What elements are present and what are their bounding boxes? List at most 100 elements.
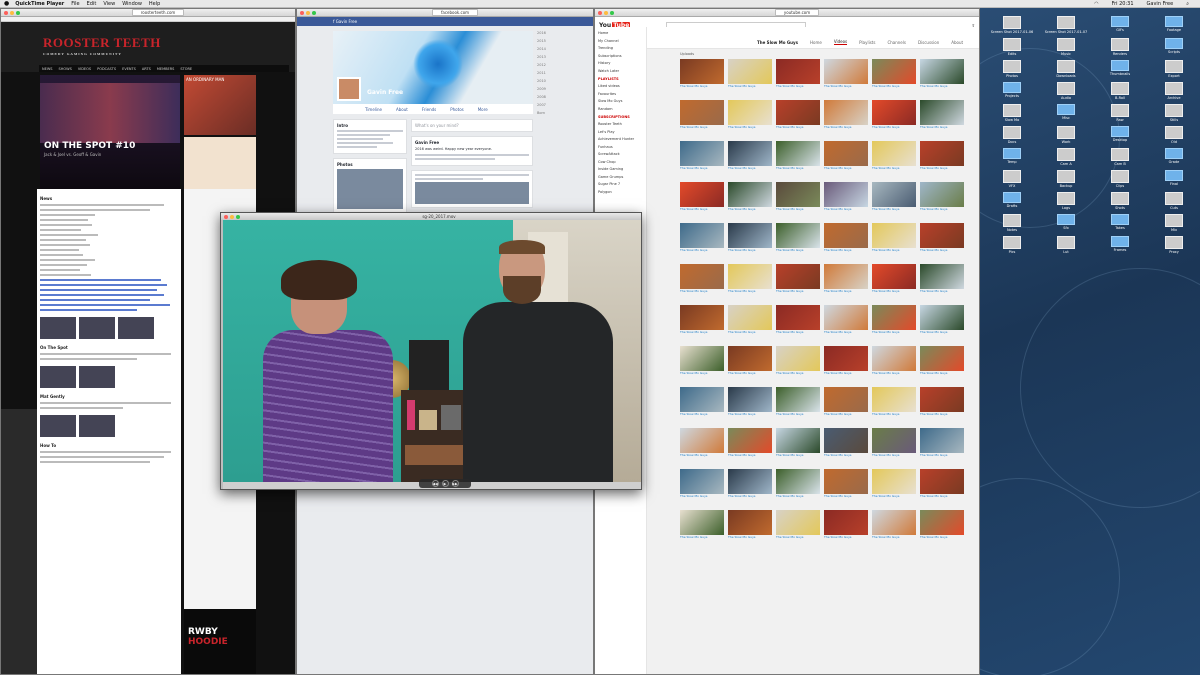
video-thumbnail[interactable] — [776, 387, 820, 412]
yt-playlist-item[interactable]: Favourites — [598, 92, 643, 96]
video-title[interactable]: The Slow Mo Guys — [776, 290, 820, 297]
video-card[interactable]: The Slow Mo Guys — [728, 59, 772, 92]
video-title[interactable]: The Slow Mo Guys — [680, 208, 724, 215]
address-bar[interactable]: youtube.com — [774, 9, 820, 16]
profile-name[interactable]: Gavin Free — [367, 89, 403, 96]
video-thumbnail[interactable] — [920, 223, 964, 248]
yt-channel-tab[interactable]: Home — [810, 40, 822, 45]
video-card[interactable]: The Slow Mo Guys — [824, 141, 868, 174]
video-card[interactable]: The Slow Mo Guys — [680, 223, 724, 256]
yt-subscription-item[interactable]: Polygon — [598, 190, 643, 194]
rewind-button[interactable]: ◀◀ — [431, 480, 439, 487]
video-card[interactable]: The Slow Mo Guys — [920, 100, 964, 133]
yt-guide-item[interactable]: Trending — [598, 46, 643, 50]
yt-channel-tab[interactable]: About — [951, 40, 963, 45]
apple-menu-icon[interactable]: ● — [4, 0, 9, 7]
yt-subscription-item[interactable]: Let's Play — [598, 130, 643, 134]
timeline-year-link[interactable]: 2012 — [537, 63, 557, 67]
video-card[interactable]: The Slow Mo Guys — [872, 223, 916, 256]
timeline-year-link[interactable]: 2015 — [537, 39, 557, 43]
desktop-file-icon[interactable]: Shots — [1096, 192, 1144, 210]
desktop-file-icon[interactable]: Scripts — [1150, 38, 1198, 56]
video-title[interactable]: The Slow Mo Guys — [824, 290, 868, 297]
post-image[interactable] — [415, 182, 529, 204]
video-card[interactable]: The Slow Mo Guys — [680, 428, 724, 461]
desktop-file-icon[interactable]: Sfx — [1042, 214, 1090, 232]
video-card[interactable]: The Slow Mo Guys — [776, 346, 820, 379]
video-title[interactable]: The Slow Mo Guys — [920, 167, 964, 174]
video-card[interactable]: The Slow Mo Guys — [872, 387, 916, 420]
video-card[interactable]: The Slow Mo Guys — [920, 59, 964, 92]
video-card[interactable]: The Slow Mo Guys — [920, 223, 964, 256]
video-card[interactable]: The Slow Mo Guys — [920, 346, 964, 379]
desktop-file-icon[interactable]: Old — [1150, 126, 1198, 144]
video-thumbnail[interactable] — [824, 346, 868, 371]
video-thumbnail[interactable] — [728, 59, 772, 84]
video-title[interactable]: The Slow Mo Guys — [776, 454, 820, 461]
video-card[interactable]: The Slow Mo Guys — [680, 100, 724, 133]
zoom-icon[interactable] — [16, 10, 20, 15]
post-title[interactable]: Mat Gently — [40, 394, 178, 399]
yt-subscription-item[interactable]: Cow Chop — [598, 160, 643, 164]
video-title[interactable]: The Slow Mo Guys — [872, 536, 916, 543]
post-title[interactable]: On The Spot — [40, 345, 178, 350]
video-card[interactable]: The Slow Mo Guys — [824, 510, 868, 543]
desktop-file-icon[interactable]: Archive — [1150, 82, 1198, 100]
video-thumbnail[interactable] — [824, 387, 868, 412]
video-title[interactable]: The Slow Mo Guys — [728, 85, 772, 92]
video-card[interactable]: The Slow Mo Guys — [776, 387, 820, 420]
desktop-file-icon[interactable]: Screen Shot 2017-01-06 — [988, 16, 1036, 34]
fb-logo-icon[interactable]: f — [333, 19, 334, 24]
video-card[interactable]: The Slow Mo Guys — [680, 264, 724, 297]
yt-guide-item[interactable]: Home — [598, 31, 643, 35]
video-title[interactable]: The Slow Mo Guys — [824, 331, 868, 338]
video-card[interactable]: The Slow Mo Guys — [872, 59, 916, 92]
video-card[interactable]: The Slow Mo Guys — [680, 387, 724, 420]
video-thumbnail[interactable] — [79, 366, 115, 388]
video-thumbnail[interactable] — [776, 141, 820, 166]
yt-guide-item[interactable]: My Channel — [598, 39, 643, 43]
close-icon[interactable] — [598, 10, 602, 15]
timeline-year-link[interactable]: Born — [537, 111, 557, 115]
video-thumbnail[interactable] — [728, 305, 772, 330]
video-title[interactable]: The Slow Mo Guys — [824, 454, 868, 461]
video-thumbnail[interactable] — [680, 387, 724, 412]
video-thumbnail[interactable] — [680, 510, 724, 535]
timeline-year-link[interactable]: 2014 — [537, 47, 557, 51]
video-card[interactable]: The Slow Mo Guys — [728, 182, 772, 215]
desktop-file-icon[interactable]: Final — [1150, 170, 1198, 188]
video-thumbnail[interactable] — [824, 100, 868, 125]
video-card[interactable]: The Slow Mo Guys — [920, 387, 964, 420]
video-card[interactable]: The Slow Mo Guys — [728, 346, 772, 379]
video-title[interactable]: The Slow Mo Guys — [680, 331, 724, 338]
video-thumbnail[interactable] — [824, 428, 868, 453]
video-card[interactable]: The Slow Mo Guys — [728, 510, 772, 543]
yt-subscription-item[interactable]: Rooster Teeth — [598, 122, 643, 126]
video-card[interactable]: The Slow Mo Guys — [872, 510, 916, 543]
video-thumbnail[interactable] — [872, 182, 916, 207]
video-thumbnail[interactable] — [872, 428, 916, 453]
video-thumbnail[interactable] — [824, 223, 868, 248]
timeline-year-link[interactable]: 2008 — [537, 95, 557, 99]
desktop-file-icon[interactable]: Downloads — [1042, 60, 1090, 78]
desktop-file-icon[interactable]: Docs — [988, 126, 1036, 144]
menu-view[interactable]: View — [103, 1, 115, 7]
video-title[interactable]: The Slow Mo Guys — [920, 413, 964, 420]
video-card[interactable]: The Slow Mo Guys — [824, 223, 868, 256]
video-card[interactable]: The Slow Mo Guys — [776, 469, 820, 502]
quicktime-window[interactable]: sg-20_2017.mov ◀◀ ▶ ▶▶ — [220, 212, 642, 490]
video-thumbnail[interactable] — [776, 182, 820, 207]
desktop-file-icon[interactable]: Drafts — [988, 192, 1036, 210]
profile-picture[interactable] — [337, 77, 361, 101]
video-title[interactable]: The Slow Mo Guys — [728, 167, 772, 174]
video-card[interactable]: The Slow Mo Guys — [872, 182, 916, 215]
video-card[interactable]: The Slow Mo Guys — [824, 346, 868, 379]
video-title[interactable]: The Slow Mo Guys — [920, 454, 964, 461]
desktop-file-icon[interactable]: Takes — [1096, 214, 1144, 232]
video-thumbnail[interactable] — [728, 387, 772, 412]
video-title[interactable]: The Slow Mo Guys — [728, 331, 772, 338]
menu-user[interactable]: Gavin Free — [1147, 1, 1174, 7]
yt-guide-item[interactable]: Subscriptions — [598, 54, 643, 58]
video-thumbnail[interactable] — [920, 264, 964, 289]
video-card[interactable]: The Slow Mo Guys — [920, 305, 964, 338]
